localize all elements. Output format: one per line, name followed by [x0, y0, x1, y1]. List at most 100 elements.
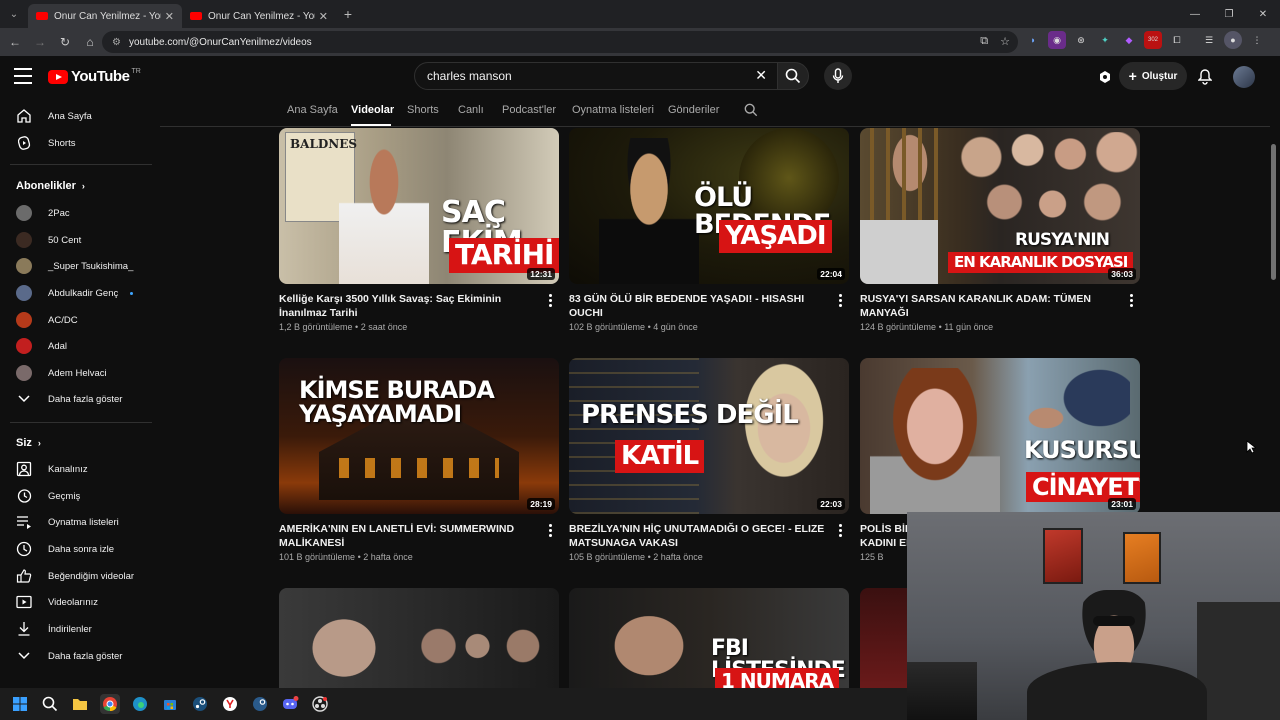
extensions-puzzle-icon[interactable]: ⧠ — [1168, 31, 1186, 49]
video-title[interactable]: Kelliğe Karşı 3500 Yıllık Savaş: Saç Eki… — [279, 292, 541, 320]
search-taskbar-icon[interactable] — [40, 694, 60, 714]
tab-videos[interactable]: Videolar — [351, 104, 394, 116]
sidebar-item-playlists[interactable]: Oynatma listeleri — [0, 509, 154, 535]
profile-avatar-icon[interactable]: ● — [1224, 31, 1242, 49]
sidebar-item-subscription[interactable]: Abdulkadir Genç — [0, 280, 154, 306]
video-card[interactable]: RUSYA'NIN EN KARANLIK DOSYASI 36:03 RUSY… — [860, 128, 1140, 332]
video-thumbnail[interactable]: KUSURSUZ CİNAYET? 23:01 — [860, 358, 1140, 514]
video-card[interactable]: FBI LİSTESİNDE 1 NUMARA — [569, 588, 849, 688]
video-thumbnail[interactable]: KİMSE BURADA YAŞAYAMADI 28:19 — [279, 358, 559, 514]
extension-icon[interactable]: ◗ — [1024, 31, 1042, 49]
sidebar-item-subscription[interactable]: 2Pac — [0, 200, 154, 226]
tab-posts[interactable]: Gönderiler — [668, 104, 719, 116]
close-tab-icon[interactable]: ✕ — [165, 10, 174, 23]
sidebar-item-subscription[interactable]: AC/DC — [0, 307, 154, 333]
tab-shorts[interactable]: Shorts — [407, 104, 439, 116]
video-card[interactable]: KİMSE BURADA YAŞAYAMADI 28:19 AMERİKA'NI… — [279, 358, 559, 562]
home-browser-icon[interactable]: ⌂ — [78, 30, 102, 54]
browser-tab-1[interactable]: Onur Can Yenilmez - YouTube ✕ — [28, 4, 182, 28]
video-menu-icon[interactable] — [545, 524, 555, 537]
browser-tab-2[interactable]: Onur Can Yenilmez - YouTube ✕ — [182, 4, 336, 28]
chrome-icon[interactable] — [100, 694, 120, 714]
video-menu-icon[interactable] — [1126, 294, 1136, 307]
sidebar-item-shorts[interactable]: Shorts — [0, 130, 154, 156]
extension-icon[interactable]: ⊛ — [1072, 31, 1090, 49]
video-card[interactable]: BALDNES SAÇ EKİM TARİHİ 12:31 Kelliğe Ka… — [279, 128, 559, 332]
sidebar-item-liked-videos[interactable]: Beğendiğim videolar — [0, 563, 154, 589]
sidebar-item-downloads[interactable]: İndirilenler — [0, 616, 154, 642]
video-title[interactable]: BREZİLYA'NIN HİÇ UNUTAMADIĞI O GECE! - E… — [569, 522, 831, 550]
sidebar-item-subscription[interactable]: Adal — [0, 333, 154, 359]
video-thumbnail[interactable]: RUSYA'NIN EN KARANLIK DOSYASI 36:03 — [860, 128, 1140, 284]
tab-playlists[interactable]: Oynatma listeleri — [572, 104, 654, 116]
restore-icon[interactable]: ❐ — [1212, 0, 1246, 28]
close-tab-icon[interactable]: ✕ — [319, 10, 328, 23]
video-title[interactable]: RUSYA'YI SARSAN KARANLIK ADAM: TÜMEN MAN… — [860, 292, 1122, 320]
video-thumbnail[interactable]: FBI LİSTESİNDE 1 NUMARA — [569, 588, 849, 688]
video-thumbnail[interactable] — [279, 588, 559, 688]
clear-search-icon[interactable]: ✕ — [755, 67, 767, 84]
video-title[interactable]: AMERİKA'NIN EN LANETLİ EVİ: SUMMERWIND M… — [279, 522, 541, 550]
reading-list-icon[interactable]: ☰ — [1200, 31, 1218, 49]
tab-live[interactable]: Canlı — [458, 104, 484, 116]
browser-menu-icon[interactable]: ⋮ — [1248, 31, 1266, 49]
you-heading[interactable]: Siz › — [16, 437, 41, 449]
sidebar-item-home[interactable]: Ana Sayfa — [0, 103, 154, 129]
video-card[interactable] — [279, 588, 559, 688]
extension-icon[interactable]: ✦ — [1096, 31, 1114, 49]
new-tab-button[interactable]: + — [336, 6, 360, 22]
sidebar-item-subscription[interactable]: Adem Helvaci — [0, 360, 154, 386]
site-info-icon[interactable]: ⚙ — [112, 37, 121, 48]
sidebar-item-your-channel[interactable]: Kanalınız — [0, 456, 154, 482]
sidebar-item-subscription[interactable]: 50 Cent — [0, 227, 154, 253]
video-thumbnail[interactable]: PRENSES DEĞİL KATİL 22:03 — [569, 358, 849, 514]
video-title[interactable]: 83 GÜN ÖLÜ BİR BEDENDE YAŞADI! - HISASHI… — [569, 292, 831, 320]
show-more-subscriptions[interactable]: Daha fazla göster — [0, 386, 154, 412]
steam-icon[interactable] — [190, 694, 210, 714]
extension-icon[interactable]: ◉ — [1048, 31, 1066, 49]
tab-home[interactable]: Ana Sayfa — [287, 104, 338, 116]
hamburger-menu-icon[interactable] — [14, 68, 32, 84]
reload-icon[interactable]: ↻ — [53, 30, 77, 54]
sidebar-item-subscription[interactable]: _Super Tsukishima_ — [0, 253, 154, 279]
address-bar[interactable]: ⚙ youtube.com/@OnurCanYenilmez/videos ⧉ … — [102, 31, 1018, 53]
account-avatar[interactable] — [1233, 66, 1255, 88]
store-icon[interactable] — [160, 694, 180, 714]
voice-search-button[interactable] — [824, 62, 852, 90]
extension-icon[interactable]: ◆ — [1120, 31, 1138, 49]
channel-search-icon[interactable] — [744, 103, 758, 122]
video-thumbnail[interactable]: ÖLÜ BEDENDE YAŞADI 22:04 — [569, 128, 849, 284]
search-button[interactable] — [777, 62, 809, 90]
close-window-icon[interactable]: ✕ — [1246, 0, 1280, 28]
video-card[interactable]: PRENSES DEĞİL KATİL 22:03 BREZİLYA'NIN H… — [569, 358, 849, 562]
notifications-bell-icon[interactable] — [1196, 68, 1214, 86]
discord-icon[interactable] — [280, 694, 300, 714]
edge-icon[interactable] — [130, 694, 150, 714]
video-card[interactable]: ÖLÜ BEDENDE YAŞADI 22:04 83 GÜN ÖLÜ BİR … — [569, 128, 849, 332]
sidebar-item-your-videos[interactable]: Videolarınız — [0, 589, 154, 615]
back-icon[interactable]: ← — [3, 30, 27, 54]
create-button[interactable]: + Oluştur — [1119, 62, 1187, 90]
video-menu-icon[interactable] — [545, 294, 555, 307]
search-input[interactable]: charles manson ✕ — [414, 62, 778, 90]
windows-start-icon[interactable] — [10, 694, 30, 714]
yandex-browser-icon[interactable] — [220, 694, 240, 714]
minimize-icon[interactable]: — — [1178, 0, 1212, 28]
extension-badge-icon[interactable]: 302 — [1144, 31, 1162, 49]
sidebar-item-watch-later[interactable]: Daha sonra izle — [0, 536, 154, 562]
subscriptions-heading[interactable]: Abonelikler › — [16, 180, 85, 192]
youtube-logo[interactable]: YouTube TR — [48, 68, 141, 85]
sidebar-item-history[interactable]: Geçmiş — [0, 483, 154, 509]
video-menu-icon[interactable] — [835, 524, 845, 537]
tab-podcasts[interactable]: Podcast'ler — [502, 104, 556, 116]
forward-icon[interactable]: → — [28, 30, 52, 54]
install-app-icon[interactable]: ⧉ — [980, 35, 988, 48]
bookmark-star-icon[interactable]: ☆ — [1000, 35, 1010, 48]
video-thumbnail[interactable]: BALDNES SAÇ EKİM TARİHİ 12:31 — [279, 128, 559, 284]
obs-icon[interactable] — [310, 694, 330, 714]
tab-search-icon[interactable]: ⌄ — [0, 0, 28, 28]
steam-icon[interactable] — [250, 694, 270, 714]
scrollbar-thumb[interactable] — [1271, 144, 1276, 280]
show-more-you[interactable]: Daha fazla göster — [0, 643, 154, 669]
video-menu-icon[interactable] — [835, 294, 845, 307]
